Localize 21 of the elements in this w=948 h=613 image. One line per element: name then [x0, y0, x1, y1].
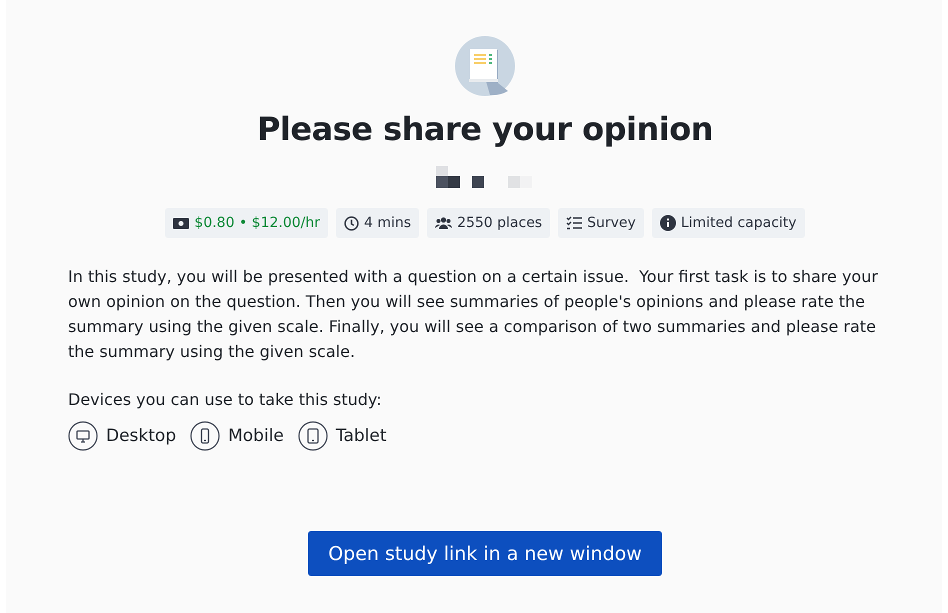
document-icon [455, 36, 515, 96]
tag-label: 2550 places [457, 215, 542, 231]
tag-label: 4 mins [364, 215, 412, 231]
tag-label: Survey [587, 215, 636, 231]
devices-heading: Devices you can use to take this study: [68, 390, 383, 409]
people-icon [435, 217, 452, 229]
tablet-device-icon [298, 421, 328, 451]
desktop-device-icon [68, 421, 98, 451]
device-label: Desktop [106, 426, 176, 446]
open-study-button[interactable]: Open study link in a new window [308, 531, 662, 576]
tag-label: Limited capacity [680, 215, 797, 231]
info-icon [660, 215, 676, 231]
tag-label: $0.80 • $12.00/hr [194, 215, 320, 231]
device-label: Mobile [228, 426, 284, 446]
clock-icon [344, 216, 359, 230]
study-title: Please share your opinion [256, 110, 714, 148]
checklist-icon [566, 216, 582, 230]
study-description: In this study, you will be presented with a question on a certain issue. Your first task is to share your own opinion on the question. Then you will see summaries of people's opinions and please rate the summary using the given scale. Finally, you will see a comparison of two summaries and please rate the summary using the given scale. [68, 266, 879, 363]
mobile-device-icon [190, 421, 220, 451]
money-icon [173, 218, 190, 228]
device-label: Tablet [336, 426, 387, 446]
